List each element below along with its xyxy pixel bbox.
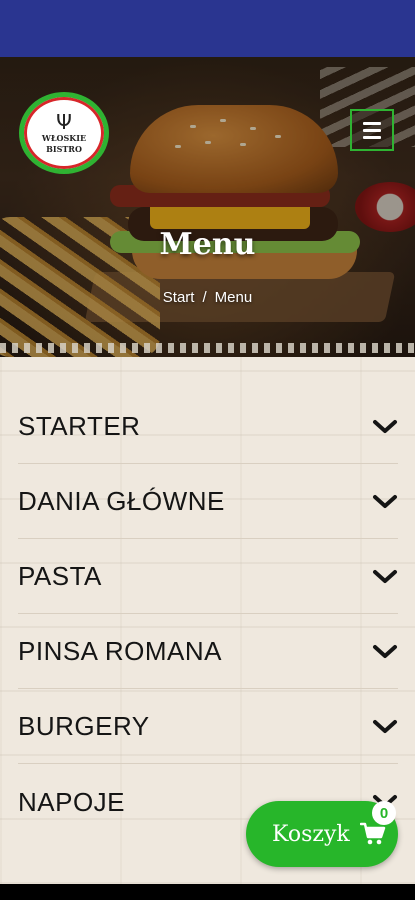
- hamburger-icon-line: [363, 121, 381, 125]
- category-label: DANIA GŁÓWNE: [18, 486, 225, 516]
- hero-bottom-border: [0, 343, 415, 353]
- cutlery-icon: Ψ: [56, 110, 72, 134]
- category-dania-glowne[interactable]: DANIA GŁÓWNE: [18, 465, 398, 539]
- hero-banner: Ψ WŁOSKIE BISTRO Menu Start / Menu: [0, 57, 415, 357]
- logo-text-bottom: BISTRO: [46, 144, 82, 154]
- breadcrumb: Start / Menu: [0, 289, 415, 306]
- hamburger-icon-line: [363, 128, 381, 132]
- status-bar: [0, 0, 415, 57]
- category-label: BURGERY: [18, 711, 150, 741]
- cart-label: Koszyk: [272, 821, 350, 847]
- chevron-down-icon: [372, 489, 398, 515]
- system-navigation-bar: [0, 884, 415, 900]
- category-label: NAPOJE: [18, 786, 126, 817]
- category-label: STARTER: [18, 411, 141, 441]
- category-starter[interactable]: STARTER: [18, 390, 398, 464]
- chevron-down-icon: [372, 414, 398, 440]
- cart-count-badge: 0: [372, 801, 396, 825]
- hamburger-icon-line: [363, 135, 381, 139]
- site-logo[interactable]: Ψ WŁOSKIE BISTRO: [19, 92, 109, 174]
- logo-text-top: WŁOSKIE: [41, 133, 87, 143]
- breadcrumb-current: Menu: [214, 289, 253, 306]
- category-pinsa-romana[interactable]: PINSA ROMANA: [18, 615, 398, 689]
- breadcrumb-home-link[interactable]: Start: [163, 289, 195, 306]
- page-title: Menu: [159, 227, 256, 262]
- chevron-down-icon: [372, 564, 398, 590]
- shopping-cart-icon: [359, 822, 386, 846]
- menu-toggle-button[interactable]: [350, 109, 394, 151]
- category-label: PINSA ROMANA: [18, 636, 222, 666]
- chevron-down-icon: [372, 714, 398, 740]
- category-burgery[interactable]: BURGERY: [18, 690, 398, 764]
- category-pasta[interactable]: PASTA: [18, 540, 398, 614]
- category-label: PASTA: [18, 561, 102, 591]
- chevron-down-icon: [372, 639, 398, 665]
- breadcrumb-separator: /: [202, 289, 207, 306]
